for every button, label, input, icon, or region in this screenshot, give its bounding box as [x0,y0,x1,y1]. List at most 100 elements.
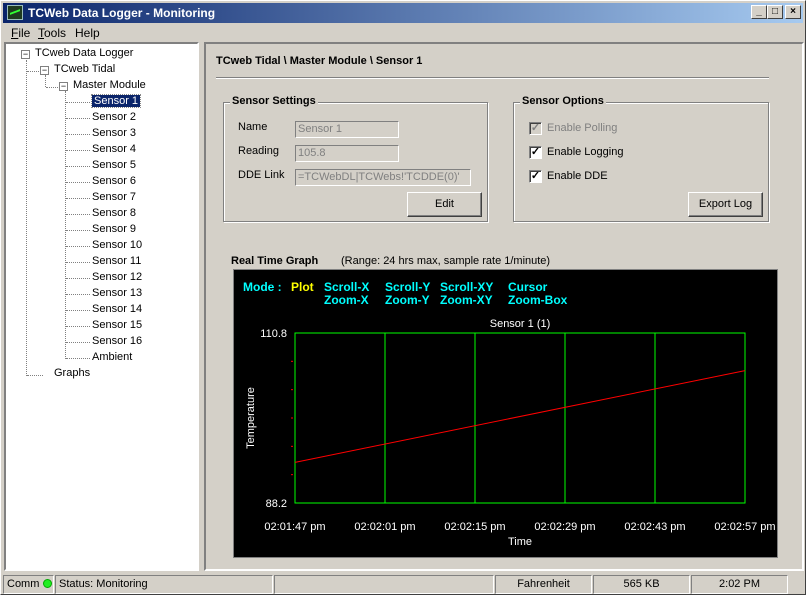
tree-item-sensor[interactable]: Sensor 12 [92,270,142,286]
tree-line [45,75,46,87]
minimize-button[interactable]: _ [751,5,767,19]
memory-indicator: 565 KB [593,575,690,594]
y-tick-label: 110.8 [260,328,287,340]
x-tick-label: 02:02:01 pm [354,521,415,533]
x-tick-label: 02:02:29 pm [534,521,595,533]
tree-item-sensor[interactable]: Sensor 5 [92,158,136,174]
title-bar[interactable]: TCWeb Data Logger - Monitoring _ □ × [3,3,803,23]
reading-field[interactable]: 105.8 [295,145,399,162]
tree-item-device[interactable]: TCweb Tidal [54,62,115,78]
tree-item-label: Sensor 7 [92,191,137,203]
tree-item-graphs[interactable]: Graphs [54,366,90,382]
tree-line [66,358,90,359]
tree-item-sensor[interactable]: Sensor 15 [92,318,142,334]
edit-button[interactable]: Edit [407,192,482,217]
comm-label: Comm [7,578,40,590]
reading-label: Reading [238,145,279,157]
tree-item-label: Sensor 13 [92,287,143,299]
tree-item-label: Sensor 2 [92,111,137,123]
sensor-options-title: Sensor Options [520,95,606,107]
tree-line [66,262,90,263]
tree-line [66,278,90,279]
tree-line [66,230,90,231]
temperature-chart[interactable]: Sensor 1 (1) 02:01:47 pm 02:02:01 pm 02:02:… [234,270,779,559]
x-tick-label: 02:02:15 pm [444,521,505,533]
tree-item-root[interactable]: TCweb Data Logger [35,46,133,62]
tree-item-label: Sensor 11 [92,255,142,267]
tree-item-sensor[interactable]: Sensor 14 [92,302,142,318]
graph-title: Real Time Graph [231,255,319,267]
menu-file[interactable]: File [11,26,30,40]
tree-item-label: Sensor 12 [92,271,143,283]
tree-item-label: Sensor 6 [92,175,137,187]
tree-line [66,246,90,247]
sensor-settings-group: Sensor Settings Name Sensor 1 Reading 10… [223,95,488,222]
breadcrumb: TCweb Tidal \ Master Module \ Sensor 1 [216,55,423,67]
tree-item-sensor[interactable]: Sensor 9 [92,222,136,238]
tree-item-module[interactable]: Master Module [73,78,146,94]
comm-indicator: Comm [3,575,54,594]
tree-item-label: Ambient [92,351,133,363]
x-axis-label: Time [508,536,532,548]
tree-item-label: Sensor 10 [92,239,143,251]
tree-item-sensor[interactable]: Sensor 13 [92,286,142,302]
tree-line [66,214,90,215]
tree-line [27,375,43,376]
realtime-graph[interactable]: Mode : Plot Scroll-X Zoom-X Scroll-Y Zoom-Y S… [233,269,778,558]
tree-item-label: Sensor 8 [92,207,137,219]
x-tick-label: 02:02:57 pm [714,521,775,533]
app-icon[interactable] [7,5,23,20]
chart-title: Sensor 1 (1) [490,318,551,330]
x-tick-label: 02:02:43 pm [624,521,685,533]
tree-view[interactable]: − TCweb Data Logger − TCweb Tidal − Mast… [4,42,199,571]
tree-expander-device[interactable]: − [40,66,49,75]
maximize-button[interactable]: □ [767,5,783,19]
tree-expander-root[interactable]: − [21,50,30,59]
detail-pane: TCweb Tidal \ Master Module \ Sensor 1 S… [204,42,804,571]
tree-item-sensor[interactable]: Ambient [92,350,132,366]
name-field[interactable]: Sensor 1 [295,121,399,138]
close-button[interactable]: × [785,5,801,19]
x-tick-label: 02:01:47 pm [264,521,325,533]
tree-line [65,91,66,359]
tree-item-sensor[interactable]: Sensor 7 [92,190,136,206]
enable-dde-checkbox[interactable]: ✓ [529,170,542,183]
tree-item-sensor[interactable]: Sensor 2 [92,110,136,126]
y-axis-label: Temperature [245,387,257,449]
tree-line [66,182,90,183]
tree-item-label: Sensor 16 [92,335,143,347]
enable-polling-checkbox[interactable]: ✓ [529,122,542,135]
tree-expander-module[interactable]: − [59,82,68,91]
name-label: Name [238,121,268,133]
tree-item-sensor[interactable]: Sensor 8 [92,206,136,222]
menu-help[interactable]: Help [75,26,100,40]
comm-led-icon [43,579,53,588]
enable-dde-label: Enable DDE [547,170,608,182]
status-bar: Comm Status: Monitoring Fahrenheit 565 K… [3,575,803,594]
tree-line [46,87,58,88]
status-text: Status: Monitoring [55,575,273,594]
tree-item-sensor[interactable]: Sensor 10 [92,238,142,254]
tree-item-sensor[interactable]: Sensor 16 [92,334,142,350]
status-empty [274,575,494,594]
graph-range-note: (Range: 24 hrs max, sample rate 1/minute… [341,255,551,267]
dde-link-field[interactable]: =TCWebDL|TCWebs!'TCDDE(0)' [295,169,471,186]
series-line [294,370,746,463]
tree-line [26,60,27,376]
y-tick-label: 88.2 [266,498,287,510]
tree-item-sensor[interactable]: Sensor 4 [92,142,136,158]
menu-tools[interactable]: Tools [38,26,66,40]
tree-line [66,102,90,103]
tree-item-sensor[interactable]: Sensor 1 [90,94,142,110]
tree-item-label: Sensor 15 [92,319,143,331]
export-log-button[interactable]: Export Log [688,192,763,217]
dde-link-label: DDE Link [238,169,285,181]
tree-item-sensor[interactable]: Sensor 11 [92,254,141,270]
tree-item-sensor[interactable]: Sensor 3 [92,126,136,142]
tree-item-label: Sensor 4 [92,143,137,155]
tree-line [66,118,90,119]
tree-line [66,134,90,135]
tree-item-sensor[interactable]: Sensor 6 [92,174,136,190]
tree-line [66,342,90,343]
enable-logging-checkbox[interactable]: ✓ [529,146,542,159]
